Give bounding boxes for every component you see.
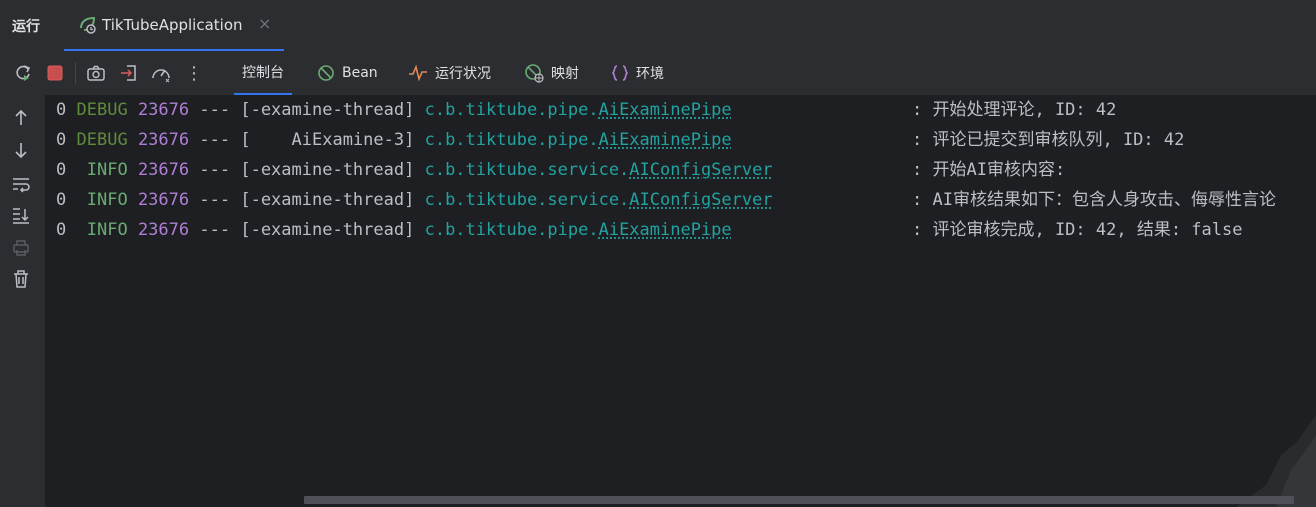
gauge-icon[interactable] [150, 62, 172, 84]
more-icon[interactable]: ⋮ [183, 62, 205, 84]
scroll-to-end-icon[interactable] [10, 204, 32, 226]
close-icon[interactable]: × [258, 14, 271, 33]
log-separator: --- [199, 130, 231, 150]
log-package: c.b.tiktube.service. [424, 190, 630, 210]
mapping-icon [525, 64, 544, 83]
log-prefix: 0 [56, 160, 67, 180]
tab-health-label: 运行状况 [435, 66, 491, 82]
arrow-up-icon[interactable] [10, 107, 32, 129]
log-package: c.b.tiktube.pipe. [424, 130, 599, 150]
tool-window-header: 运行 TikTubeApplication × [0, 0, 1316, 51]
log-message: : 评论审核完成, ID: 42, 结果: false [912, 220, 1243, 240]
log-prefix: 0 [56, 190, 67, 210]
camera-icon[interactable] [85, 62, 107, 84]
log-thread: [-examine-thread] [240, 100, 415, 120]
soft-wrap-icon[interactable] [10, 173, 32, 195]
print-icon [10, 237, 32, 259]
log-level: INFO [76, 190, 128, 210]
log-thread: [-examine-thread] [240, 220, 415, 240]
log-package: c.b.tiktube.pipe. [424, 220, 599, 240]
stop-icon[interactable] [44, 62, 66, 84]
log-separator: --- [199, 160, 231, 180]
tab-health[interactable]: 运行状况 [408, 51, 491, 95]
log-separator: --- [199, 100, 231, 120]
log-class-link[interactable]: AiExaminePipe [599, 220, 732, 240]
log-pid: 23676 [137, 220, 190, 240]
log-class-link[interactable]: AIConfigServer [629, 190, 772, 210]
log-line: 0 DEBUG 23676 --- [-examine-thread] c.b.… [46, 95, 732, 125]
arrow-down-icon[interactable] [10, 139, 32, 161]
console-side-toolbar [0, 95, 46, 507]
tool-window-title: 运行 [12, 19, 40, 35]
log-line: 0 INFO 23676 --- [-examine-thread] c.b.t… [46, 185, 773, 215]
tab-mappings-label: 映射 [551, 66, 579, 82]
bean-icon [318, 65, 334, 81]
log-class-link[interactable]: AiExaminePipe [599, 130, 732, 150]
log-line: 0 INFO 23676 --- [-examine-thread] c.b.t… [46, 155, 773, 185]
log-prefix: 0 [56, 100, 67, 120]
exit-icon[interactable] [118, 62, 140, 84]
log-thread: [ AiExamine-3] [240, 130, 415, 150]
log-pid: 23676 [137, 160, 190, 180]
log-class-link[interactable]: AIConfigServer [629, 160, 772, 180]
log-package: c.b.tiktube.service. [424, 160, 630, 180]
log-level: DEBUG [76, 100, 128, 120]
health-icon [409, 64, 427, 82]
log-thread: [-examine-thread] [240, 160, 415, 180]
tab-bean-label: Bean [342, 65, 378, 81]
log-pid: 23676 [137, 130, 190, 150]
tab-console-label: 控制台 [242, 65, 284, 81]
tab-environment[interactable]: 环境 [611, 51, 664, 95]
log-package: c.b.tiktube.pipe. [424, 100, 599, 120]
log-level: INFO [76, 220, 128, 240]
tab-bean[interactable]: Bean [317, 51, 378, 95]
log-line: 0 DEBUG 23676 --- [ AiExamine-3] c.b.tik… [46, 125, 732, 155]
run-toolbar: ⋮ 控制台 Bean 运行状况 映射 环境 [0, 51, 1316, 95]
log-prefix: 0 [56, 130, 67, 150]
log-pid: 23676 [137, 190, 190, 210]
tab-mappings[interactable]: 映射 [524, 51, 579, 95]
run-configuration-tab[interactable]: TikTubeApplication × [64, 0, 284, 51]
tab-console[interactable]: 控制台 [234, 51, 292, 95]
log-prefix: 0 [56, 220, 67, 240]
toolbar-divider [75, 62, 76, 84]
log-separator: --- [199, 190, 231, 210]
tab-environment-label: 环境 [636, 66, 664, 82]
log-separator: --- [199, 220, 231, 240]
log-pid: 23676 [137, 100, 190, 120]
horizontal-scrollbar[interactable] [304, 496, 1294, 504]
console-output[interactable]: 0 DEBUG 23676 --- [-examine-thread] c.b.… [46, 95, 1316, 507]
environment-icon [611, 65, 629, 81]
log-level: INFO [76, 160, 128, 180]
log-thread: [-examine-thread] [240, 190, 415, 210]
log-message: : 评论已提交到审核队列, ID: 42 [912, 130, 1185, 150]
spring-boot-run-icon [78, 15, 98, 35]
log-message: : 开始处理评论, ID: 42 [912, 100, 1117, 120]
rerun-icon[interactable] [12, 62, 34, 84]
run-tab-label: TikTubeApplication [102, 16, 243, 34]
trash-icon[interactable] [10, 268, 32, 290]
log-level: DEBUG [76, 130, 128, 150]
log-message: : AI审核结果如下：包含人身攻击、侮辱性言论 [912, 190, 1276, 210]
background-decoration [1236, 415, 1316, 507]
log-message: : 开始AI审核内容: [912, 160, 1066, 180]
log-class-link[interactable]: AiExaminePipe [599, 100, 732, 120]
log-line: 0 INFO 23676 --- [-examine-thread] c.b.t… [46, 215, 732, 245]
